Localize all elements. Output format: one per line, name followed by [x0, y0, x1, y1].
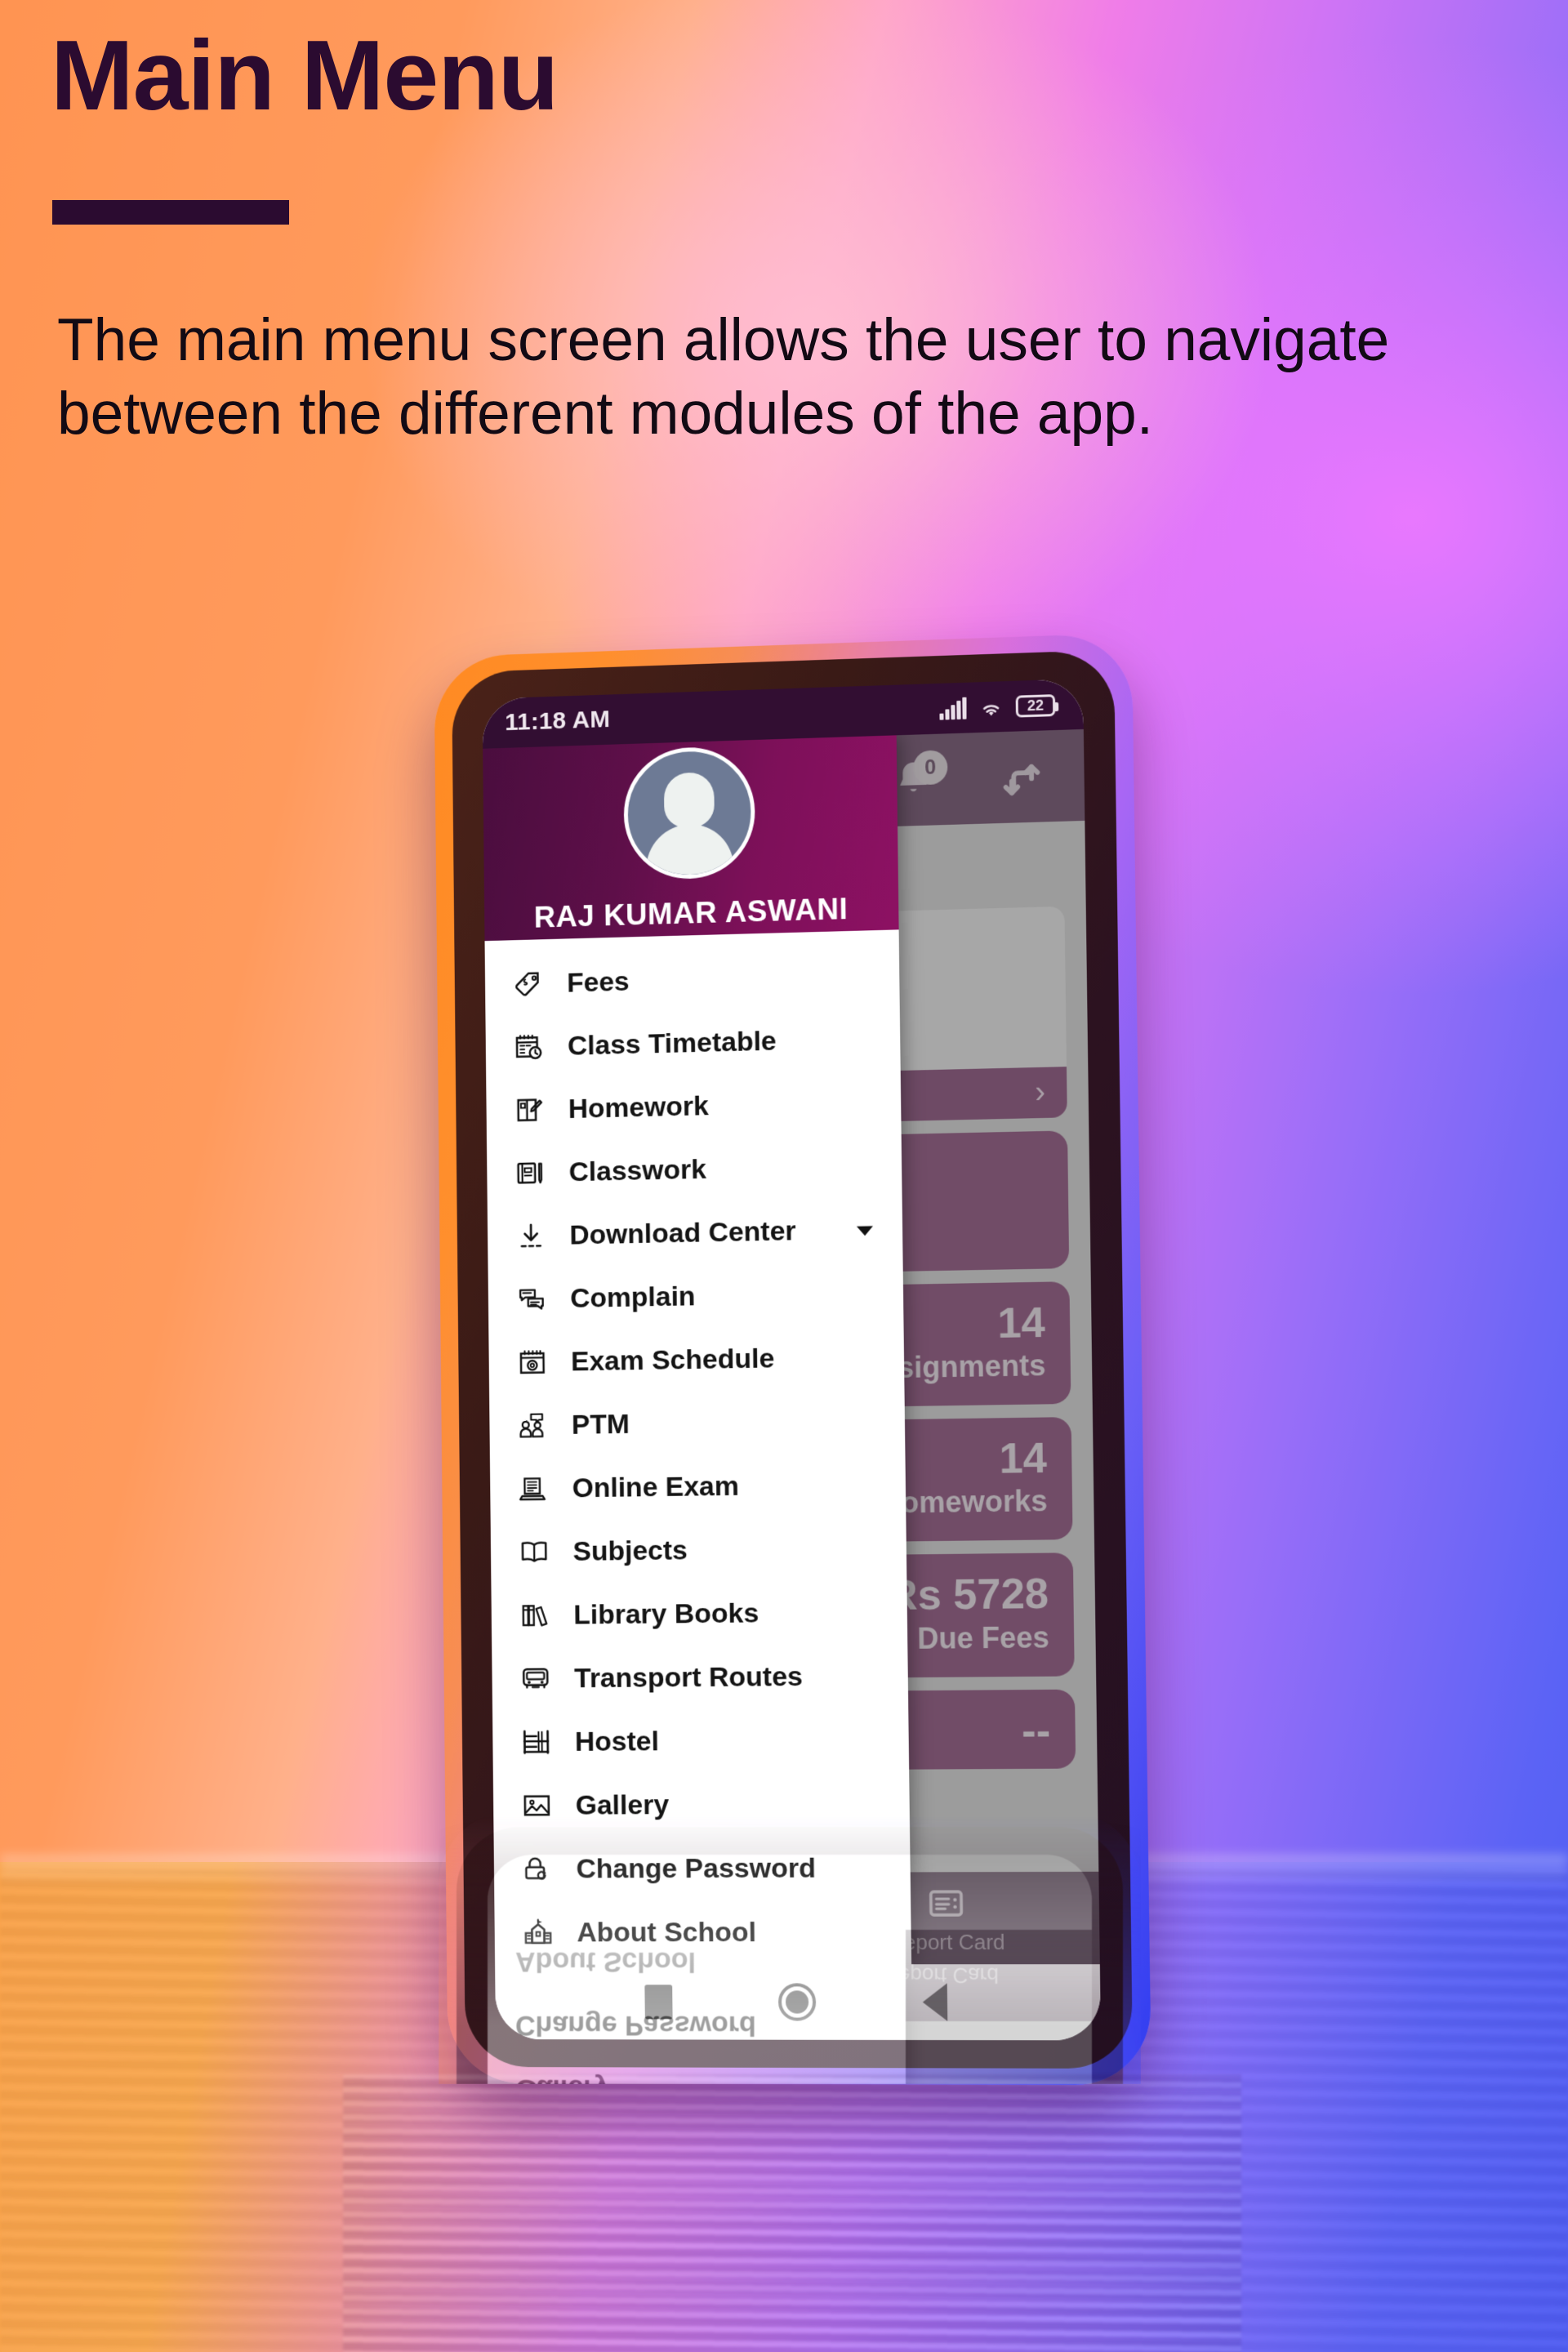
menu-item-label: Classwork — [568, 1153, 707, 1187]
wifi-icon — [978, 697, 1004, 719]
menu-item-label: PTM — [571, 1408, 630, 1441]
triangle-back-icon[interactable] — [922, 1983, 948, 2021]
menu-item-label: Homework — [568, 1089, 709, 1125]
menu-item-transport-routes[interactable]: Transport Routes — [492, 1644, 908, 1711]
menu-item-change-password[interactable]: Change Password — [494, 1836, 911, 1900]
menu-item-label: Complain — [570, 1280, 696, 1314]
menu-item-ptm[interactable]: PTM — [489, 1388, 905, 1458]
menu-item-online-exam[interactable]: Online Exam — [490, 1452, 906, 1521]
menu-item-label: Subjects — [572, 1534, 688, 1567]
drawer-header: RAJ KUMAR ASWANI — [483, 735, 899, 942]
school-building-icon — [522, 1916, 555, 1949]
chat-bubbles-icon — [515, 1283, 548, 1316]
bus-icon — [519, 1663, 552, 1695]
menu-item-classwork[interactable]: Classwork — [487, 1134, 902, 1205]
menu-item-about-school[interactable]: About School — [494, 1900, 911, 1965]
app-content: 0 SWANI — [483, 728, 1100, 1965]
user-avatar-icon — [623, 745, 756, 880]
menu-item-subjects[interactable]: Subjects — [491, 1516, 907, 1584]
menu-item-library-books[interactable]: Library Books — [491, 1580, 907, 1648]
menu-item-label: Fees — [567, 965, 630, 999]
menu-item-label: About School — [577, 1916, 757, 1948]
title-underline-rule — [52, 200, 289, 225]
drawer-user-name: RAJ KUMAR ASWANI — [533, 891, 849, 934]
menu-item-label: Class Timetable — [567, 1025, 777, 1062]
computer-exam-icon — [517, 1472, 550, 1505]
page-description: The main menu screen allows the user to … — [57, 307, 1390, 447]
menu-item-download-center[interactable]: Download Center — [488, 1197, 903, 1268]
battery-indicator: 22 — [1015, 693, 1056, 718]
menu-item-label: Hostel — [574, 1725, 660, 1757]
menu-item-gallery[interactable]: Gallery — [493, 1772, 910, 1838]
price-tag-icon — [512, 968, 545, 1001]
chevron-down-icon[interactable] — [849, 1213, 882, 1246]
menu-item-exam-schedule[interactable]: Exam Schedule — [488, 1325, 904, 1395]
book-pencil-icon — [514, 1094, 546, 1126]
menu-item-hostel[interactable]: Hostel — [492, 1708, 909, 1774]
menu-item-label: Exam Schedule — [570, 1342, 775, 1377]
bunk-bed-icon — [520, 1726, 553, 1758]
menu-item-label: Transport Routes — [573, 1660, 804, 1694]
status-bar-clock: 11:18 AM — [505, 706, 611, 737]
menu-item-label: Library Books — [573, 1597, 760, 1630]
library-books-icon — [519, 1599, 551, 1632]
battery-level-text: 22 — [1027, 697, 1045, 714]
circle-home-icon[interactable] — [777, 1983, 817, 2021]
open-book-icon — [518, 1535, 550, 1568]
menu-item-label: Download Center — [569, 1214, 796, 1251]
menu-item-fees[interactable]: Fees — [485, 942, 900, 1017]
android-nav-bar — [495, 1964, 1102, 2041]
calendar-exam-icon — [516, 1346, 549, 1379]
menu-item-homework[interactable]: Homework — [486, 1070, 901, 1143]
lock-refresh-icon — [521, 1853, 554, 1886]
signal-bars-icon — [939, 697, 967, 720]
phone-mockup: 11:18 AM 22 0 › 14 Total Assignments 14 … — [434, 632, 1152, 2086]
notebook-pencil-icon — [514, 1156, 547, 1189]
drawer-menu-list: Fees Class Timetable Homework Classwork … — [485, 929, 912, 1964]
menu-item-label: Online Exam — [572, 1470, 740, 1503]
download-icon — [514, 1219, 547, 1252]
phone-frame: 11:18 AM 22 0 › 14 Total Assignments 14 … — [452, 649, 1134, 2069]
page-title: Main Menu — [51, 20, 559, 131]
image-icon — [520, 1789, 553, 1822]
menu-item-class-timetable[interactable]: Class Timetable — [485, 1006, 900, 1080]
calendar-clock-icon — [513, 1031, 546, 1063]
menu-item-label: Gallery — [575, 1788, 670, 1821]
parent-teacher-icon — [517, 1409, 550, 1441]
navigation-drawer: RAJ KUMAR ASWANI Fees Class Timetable Ho… — [483, 735, 912, 1965]
phone-screen: 11:18 AM 22 0 › 14 Total Assignments 14 … — [482, 678, 1102, 2041]
square-recents-icon[interactable] — [644, 1984, 673, 2020]
menu-item-complain[interactable]: Complain — [488, 1261, 904, 1332]
menu-item-label: Change Password — [576, 1852, 817, 1884]
slide-canvas: Main Menu The main menu screen allows th… — [0, 0, 1568, 2352]
